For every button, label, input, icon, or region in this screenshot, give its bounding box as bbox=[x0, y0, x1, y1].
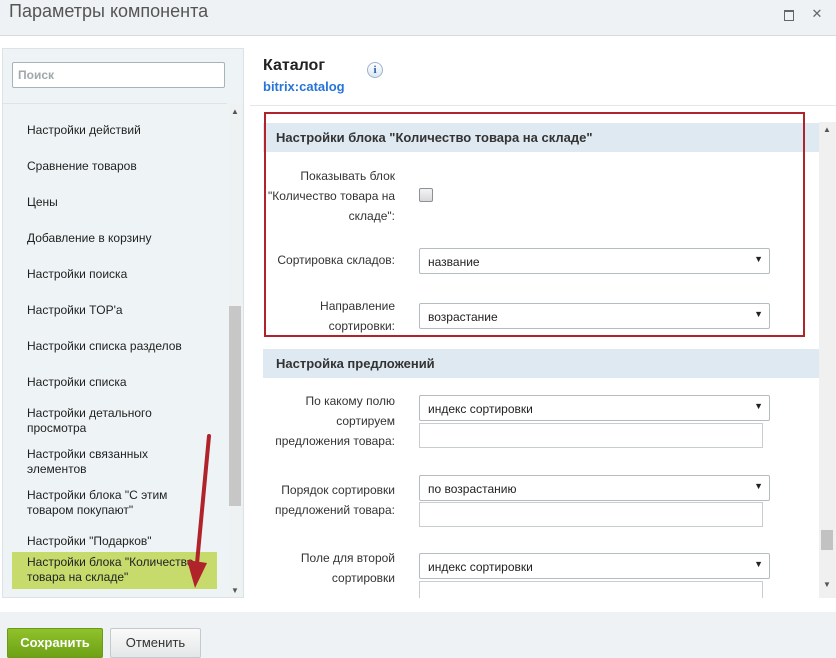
scroll-down-icon[interactable]: ▼ bbox=[823, 580, 831, 589]
sidebar-scrollbar-thumb[interactable] bbox=[229, 306, 241, 506]
section-heading-offers: Настройка предложений bbox=[263, 349, 820, 378]
info-icon[interactable]: i bbox=[367, 62, 383, 78]
close-icon[interactable]: ✕ bbox=[809, 6, 825, 22]
dialog-footer: Сохранить Отменить bbox=[0, 612, 836, 658]
sidebar-item-search[interactable]: Настройки поиска bbox=[27, 267, 217, 282]
field-label-offers-sort-order: Порядок сортировки предложений товара: bbox=[275, 483, 395, 517]
sidebar-item-list[interactable]: Настройки списка bbox=[27, 375, 217, 390]
page-title: Каталог bbox=[263, 57, 325, 74]
select-value: индекс сортировки bbox=[428, 560, 533, 574]
second-sort-field-select[interactable]: индекс сортировки ▼ bbox=[419, 553, 770, 579]
cancel-button[interactable]: Отменить bbox=[110, 628, 201, 658]
select-value: по возрастанию bbox=[428, 482, 517, 496]
main-scrollbar[interactable] bbox=[819, 122, 836, 598]
annotation-arrow-icon bbox=[187, 434, 211, 588]
dropdown-arrow-icon: ▼ bbox=[754, 559, 763, 569]
window-title: Параметры компонента bbox=[9, 1, 209, 21]
scroll-up-icon[interactable]: ▲ bbox=[823, 125, 831, 134]
field-label-second-sort-field: Поле для второй сортировки bbox=[300, 551, 395, 585]
offers-sort-field-input[interactable] bbox=[419, 423, 763, 448]
scroll-down-icon[interactable]: ▼ bbox=[231, 586, 239, 595]
sidebar-item-top[interactable]: Настройки TOP'a bbox=[27, 303, 217, 318]
offers-sort-order-select[interactable]: по возрастанию ▼ bbox=[419, 475, 770, 501]
sidebar-item-prices[interactable]: Цены bbox=[27, 195, 217, 210]
dropdown-arrow-icon: ▼ bbox=[754, 401, 763, 411]
scroll-up-icon[interactable]: ▲ bbox=[231, 107, 239, 116]
sidebar-item-detail[interactable]: Настройки детального просмотра bbox=[27, 406, 187, 436]
sidebar-item-basket[interactable]: Добавление в корзину bbox=[27, 231, 217, 246]
dialog-body: Настройки действий Сравнение товаров Цен… bbox=[0, 36, 836, 612]
sidebar: Настройки действий Сравнение товаров Цен… bbox=[2, 48, 244, 598]
sidebar-item-actions[interactable]: Настройки действий bbox=[27, 123, 217, 138]
select-value: индекс сортировки bbox=[428, 402, 533, 416]
maximize-icon[interactable] bbox=[781, 6, 797, 22]
sidebar-item-section-list[interactable]: Настройки списка разделов bbox=[27, 339, 217, 354]
save-button[interactable]: Сохранить bbox=[7, 628, 103, 658]
divider bbox=[3, 103, 227, 104]
second-sort-field-input[interactable] bbox=[419, 581, 763, 598]
window-titlebar: Параметры компонента ✕ bbox=[0, 0, 836, 36]
sidebar-item-also-bought[interactable]: Настройки блока "С этим товаром покупают… bbox=[27, 488, 207, 518]
divider bbox=[250, 105, 836, 106]
component-code: bitrix:catalog bbox=[263, 79, 345, 94]
offers-sort-field-select[interactable]: индекс сортировки ▼ bbox=[419, 395, 770, 421]
dropdown-arrow-icon: ▼ bbox=[754, 481, 763, 491]
field-label-offers-sort-field: По какому полю сортируем предложения тов… bbox=[275, 394, 395, 448]
sidebar-item-compare[interactable]: Сравнение товаров bbox=[27, 159, 217, 174]
search-input[interactable] bbox=[12, 62, 225, 88]
main-scrollbar-thumb[interactable] bbox=[821, 530, 833, 550]
highlight-frame bbox=[264, 112, 805, 337]
sidebar-item-related[interactable]: Настройки связанных элементов bbox=[27, 447, 187, 477]
offers-sort-order-input[interactable] bbox=[419, 502, 763, 527]
